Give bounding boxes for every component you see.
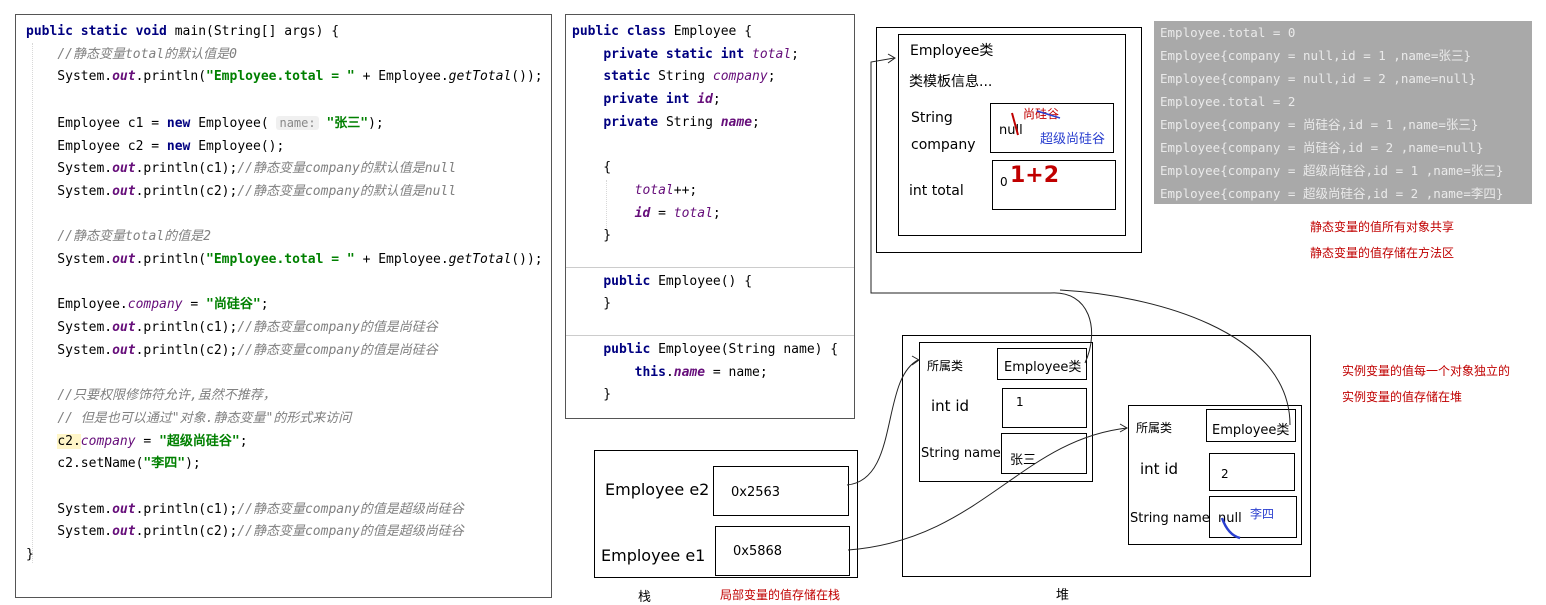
arrow-obj2-class-to-method-area [1059, 289, 1291, 426]
name-null-strike [1220, 517, 1241, 540]
company-null-strike [1011, 112, 1019, 136]
arrow-e1-to-obj2 [847, 427, 1128, 551]
company-v1-strike [1036, 110, 1061, 119]
arrowhead-obj1 [911, 355, 920, 366]
arrow-e2-to-obj1 [846, 359, 919, 486]
arrow-obj1-class-to-method-area [870, 57, 1093, 364]
diagram-arrows [846, 53, 1291, 551]
